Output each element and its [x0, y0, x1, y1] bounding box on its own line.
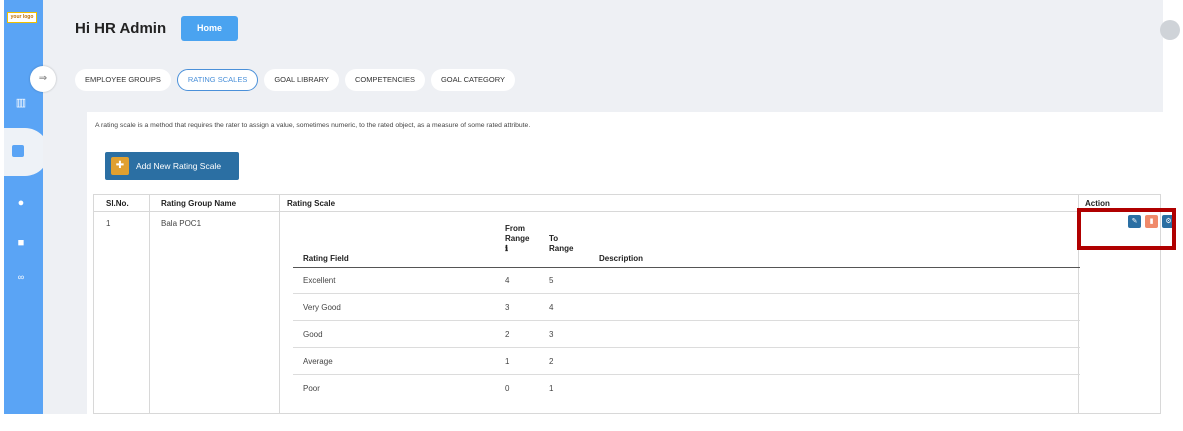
rating-scales-table: Sl.No. Rating Group Name Rating Scale Ac… — [93, 194, 1175, 414]
sidebar: your logo ▥ ● ■ ∞ — [4, 0, 47, 414]
avatar[interactable] — [1160, 20, 1180, 40]
tab-employee-groups[interactable]: EMPLOYEE GROUPS — [75, 69, 171, 91]
cell-rating-group-name: Bala POC1 — [161, 219, 202, 228]
link-icon[interactable]: ∞ — [14, 270, 28, 284]
to-range-cell: 2 — [549, 357, 554, 366]
rating-field-cell: Average — [303, 357, 333, 366]
rating-scale-subtable: Rating Field From Range ℹ To Range Descr… — [293, 223, 1080, 413]
header-divider — [94, 211, 1160, 212]
tab-rating-scales[interactable]: RATING SCALES — [176, 69, 259, 91]
add-icon: ✚ — [111, 157, 129, 175]
tab-bar: EMPLOYEE GROUPS RATING SCALES GOAL LIBRA… — [75, 69, 515, 91]
to-range-cell: 1 — [549, 384, 554, 393]
from-range-cell: 2 — [505, 330, 510, 339]
rating-field-cell: Poor — [303, 384, 320, 393]
main-content: Hi HR Admin Home EMPLOYEE GROUPS RATING … — [43, 0, 1180, 414]
from-range-cell: 0 — [505, 384, 510, 393]
to-range-cell: 4 — [549, 303, 554, 312]
cell-sl-no: 1 — [106, 219, 111, 228]
info-icon[interactable]: ℹ — [505, 244, 529, 254]
home-button[interactable]: Home — [181, 16, 238, 41]
users-icon[interactable]: ● — [14, 196, 28, 210]
subheader-divider — [293, 267, 1080, 268]
app-root: your logo ▥ ● ■ ∞ Hi HR Admin Home EMPLO… — [0, 0, 1183, 431]
subheader-rating-field: Rating Field — [303, 254, 349, 263]
highlight-annotation-box — [1077, 208, 1176, 250]
page-greeting: Hi HR Admin — [75, 20, 167, 37]
row-divider — [293, 374, 1080, 375]
sidebar-toggle-button[interactable]: ⇒ — [30, 66, 56, 92]
row-divider — [293, 293, 1080, 294]
tab-competencies[interactable]: COMPETENCIES — [344, 69, 425, 91]
logo: your logo — [7, 12, 37, 23]
header-sl-no: Sl.No. — [106, 199, 129, 208]
header-action: Action — [1085, 199, 1110, 208]
to-range-cell: 5 — [549, 276, 554, 285]
column-divider — [149, 195, 150, 413]
grid-icon — [12, 145, 24, 157]
from-range-cell: 4 — [505, 276, 510, 285]
rating-scale-description: A rating scale is a method that requires… — [95, 122, 531, 129]
subheader-description: Description — [599, 254, 644, 263]
row-divider — [293, 320, 1080, 321]
header-rating-scale: Rating Scale — [287, 199, 336, 208]
rating-field-cell: Excellent — [303, 276, 336, 285]
add-rating-scale-label: Add New Rating Scale — [136, 161, 222, 171]
tab-goal-library[interactable]: GOAL LIBRARY — [264, 69, 339, 91]
rating-field-cell: Very Good — [303, 303, 341, 312]
to-range-cell: 3 — [549, 330, 554, 339]
row-divider — [293, 347, 1080, 348]
add-rating-scale-button[interactable]: ✚ Add New Rating Scale — [105, 152, 239, 180]
rating-scales-panel: A rating scale is a method that requires… — [87, 112, 1175, 414]
tab-goal-category[interactable]: GOAL CATEGORY — [430, 69, 515, 91]
subheader-from-range: From Range ℹ — [505, 224, 530, 254]
column-divider — [279, 195, 280, 413]
dashboard-icon[interactable]: ▥ — [14, 96, 28, 110]
box-icon[interactable]: ■ — [14, 236, 28, 250]
subheader-to-range: To Range — [549, 234, 574, 253]
header-rating-group-name: Rating Group Name — [161, 199, 237, 208]
from-range-cell: 1 — [505, 357, 510, 366]
rating-field-cell: Good — [303, 330, 323, 339]
from-range-cell: 3 — [505, 303, 510, 312]
